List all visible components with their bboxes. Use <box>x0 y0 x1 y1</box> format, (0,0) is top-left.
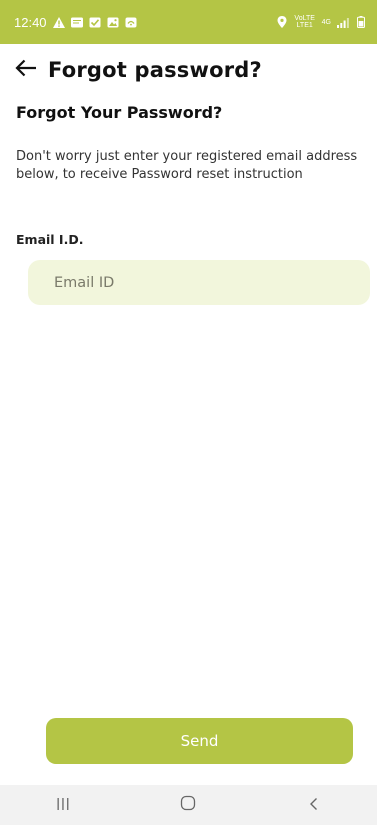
network-4g-icon: 4G <box>321 18 331 26</box>
recent-apps-button[interactable] <box>33 785 93 825</box>
message-icon <box>70 17 83 28</box>
home-button[interactable] <box>158 785 218 825</box>
checkbox-icon <box>89 17 101 28</box>
status-time: 12:40 <box>14 14 47 30</box>
home-icon <box>180 795 196 815</box>
recent-apps-icon <box>56 796 70 815</box>
back-button[interactable] <box>14 58 38 82</box>
warning-icon <box>52 16 65 28</box>
location-icon <box>276 16 288 28</box>
battery-icon <box>355 16 367 28</box>
volte-icon: VoLTE LTE1 <box>294 15 315 29</box>
email-label: Email I.D. <box>16 232 84 247</box>
page-title: Forgot password? <box>48 58 262 82</box>
email-field[interactable] <box>28 260 370 305</box>
back-icon <box>308 796 320 815</box>
description-text: Don't worry just enter your registered e… <box>16 149 358 182</box>
navigation-bar <box>0 785 377 825</box>
nav-back-button[interactable] <box>284 785 344 825</box>
section-title: Forgot Your Password? <box>16 103 223 122</box>
status-bar-left: 12:40 <box>14 15 137 30</box>
arrow-left-icon <box>15 59 37 81</box>
status-bar: 12:40 VoLTE LTE1 4G <box>0 0 377 44</box>
send-button[interactable]: Send <box>46 718 353 764</box>
signal-icon <box>337 17 349 28</box>
header: Forgot password? <box>14 58 262 82</box>
image-icon <box>107 17 119 28</box>
status-bar-right: VoLTE LTE1 4G <box>276 15 367 29</box>
app-icon <box>125 17 137 28</box>
